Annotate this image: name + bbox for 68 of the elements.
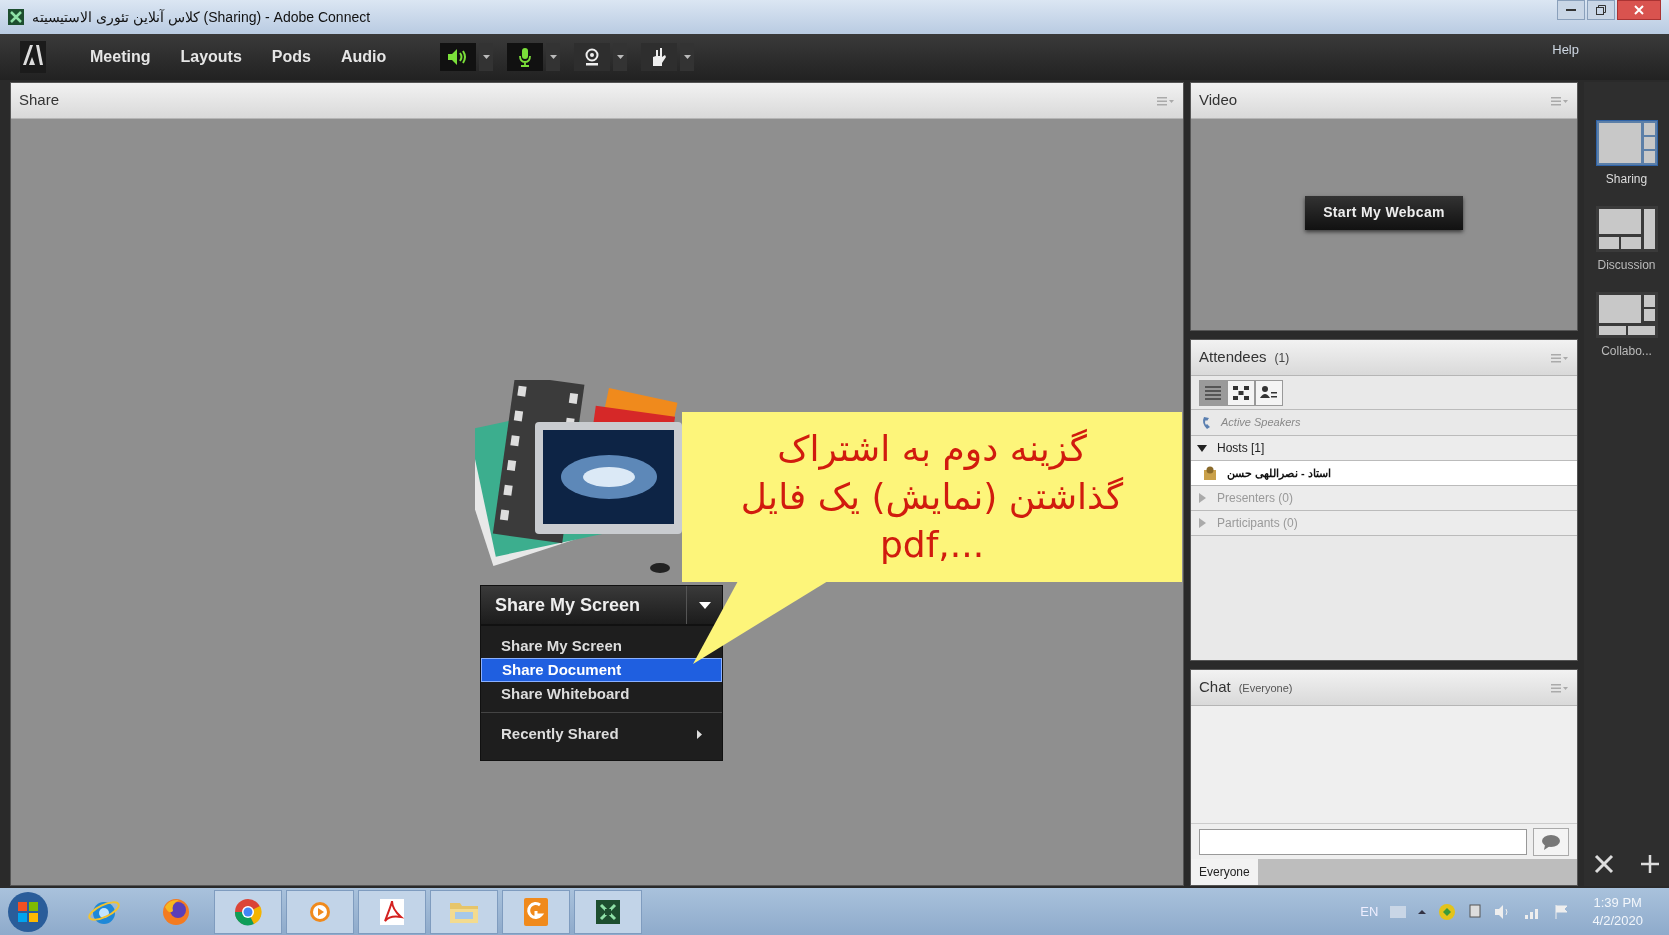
minimize-icon — [1566, 8, 1576, 12]
pod-title: Attendees — [1199, 347, 1267, 368]
menu-item[interactable]: Recently Shared — [481, 712, 722, 756]
caret-icon — [698, 601, 711, 609]
taskbar-app-button[interactable] — [574, 889, 642, 934]
layout-item[interactable]: Discussion — [1595, 206, 1658, 274]
webcam-icon — [584, 48, 601, 66]
chat-tab[interactable]: Everyone — [1191, 859, 1258, 885]
layout-thumbnail-icon — [1595, 292, 1658, 338]
list-view-icon — [1204, 384, 1222, 401]
menu-item[interactable]: Pods — [257, 45, 325, 69]
menu-item[interactable]: Layouts — [166, 45, 256, 69]
caret-icon — [549, 55, 557, 59]
phone-speaker-icon — [1201, 416, 1211, 429]
layout-item[interactable]: Sharing — [1595, 120, 1658, 188]
app-icon — [8, 9, 24, 25]
caret-icon — [482, 55, 490, 59]
attendee-count: (1) — [1274, 350, 1290, 368]
chat-input-field[interactable] — [1199, 828, 1527, 855]
grid-view-icon — [1232, 384, 1250, 401]
close-icon — [1634, 5, 1644, 15]
send-button[interactable] — [1533, 827, 1569, 856]
layout-item[interactable]: Collabo... — [1595, 292, 1658, 360]
restore-icon — [1596, 5, 1606, 15]
person-list-icon — [1260, 384, 1278, 401]
caret-icon — [616, 55, 624, 59]
tray-arrow-icon[interactable] — [1418, 909, 1427, 914]
toolbar-toggle-button[interactable] — [440, 43, 477, 71]
menu-item[interactable]: Meeting — [76, 45, 165, 69]
pod-title: Video — [1199, 90, 1238, 111]
share-button[interactable]: Share My Screen — [480, 585, 723, 625]
view-toggle-button[interactable] — [1199, 379, 1227, 406]
close-button[interactable] — [1617, 0, 1661, 20]
taskbar-app-button[interactable] — [214, 889, 282, 934]
view-toggle-button[interactable] — [1255, 379, 1283, 406]
caret-icon — [683, 55, 691, 59]
start-webcam-button[interactable]: Start My Webcam — [1305, 195, 1463, 230]
add-icon[interactable] — [1639, 854, 1660, 874]
pod-title: Share — [19, 90, 60, 111]
toolbar-toggle-button[interactable] — [574, 43, 611, 71]
taskbar-app-button[interactable] — [286, 889, 354, 934]
minimize-button[interactable] — [1557, 0, 1585, 20]
adobe-logo — [20, 41, 46, 73]
menu-item[interactable]: Audio — [326, 45, 401, 69]
taskbar-app-button[interactable] — [502, 889, 570, 934]
raised-hand-icon — [650, 47, 669, 67]
layout-thumbnail-icon — [1595, 120, 1658, 166]
help-link[interactable]: Help — [1552, 40, 1579, 60]
chat-scope: (Everyone) — [1238, 681, 1293, 697]
attendee-row[interactable]: استاد - نصراللهی حسن — [1191, 461, 1577, 486]
active-speakers-label: Active Speakers — [1221, 415, 1301, 431]
window-title: کلاس آنلاین تئوری الاستیسیته (Sharing) - Adobe Connect — [32, 7, 371, 28]
host-badge-icon — [1203, 465, 1217, 481]
share-button-label[interactable]: Share My Screen — [481, 586, 686, 624]
taskbar-app-button[interactable] — [358, 889, 426, 934]
restore-button[interactable] — [1587, 0, 1615, 20]
tools-icon[interactable] — [1593, 854, 1614, 874]
menu-item[interactable]: Share Document — [481, 658, 722, 682]
speech-bubble-icon — [1541, 833, 1561, 850]
microphone-icon — [518, 47, 533, 67]
toolbar-toggle-button[interactable] — [507, 43, 544, 71]
submenu-arrow-icon — [697, 730, 702, 739]
menu-item[interactable]: Share Whiteboard — [481, 682, 722, 706]
toolbar-toggle-button[interactable] — [641, 43, 678, 71]
layout-thumbnail-icon — [1595, 206, 1658, 252]
start-orb-icon[interactable] — [6, 889, 50, 934]
view-toggle-button[interactable] — [1227, 379, 1255, 406]
pod-title: Chat — [1199, 677, 1231, 698]
